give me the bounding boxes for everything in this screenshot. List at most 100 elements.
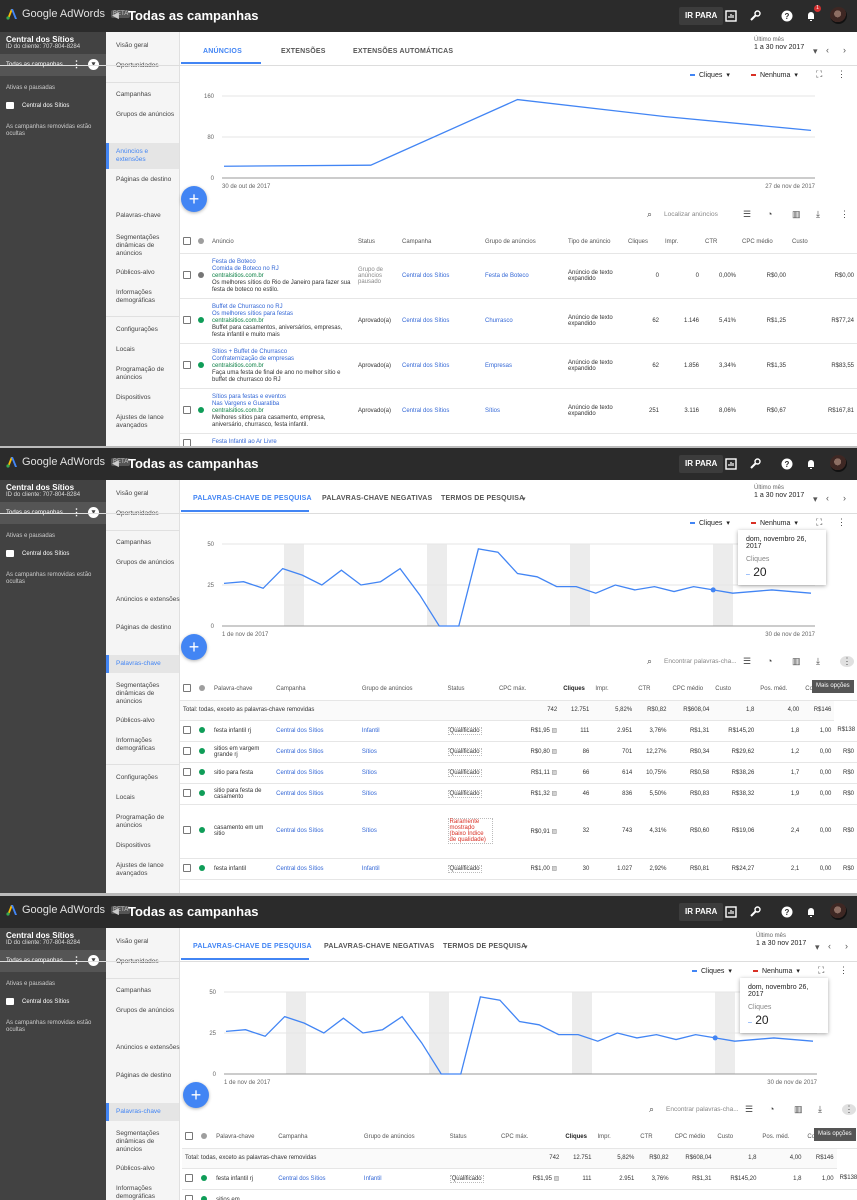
nav-palavras-chave[interactable]: Palavras-chave [116,212,180,220]
nav-informacoes-demograficas[interactable]: Informações demográficas [116,737,180,753]
campaign-item[interactable]: Central dos Sítios [6,102,69,109]
nav-publicos-alvo[interactable]: Públicos-alvo [116,1165,180,1173]
keyword-campaign[interactable]: Central dos Sítios [273,762,359,784]
keyword-max-cpc[interactable]: R$1,95 ▨ [498,1168,563,1190]
keyword-status-badge[interactable]: Qualificado [447,789,482,798]
keyword-ad-group[interactable]: Sítios [358,783,445,805]
col-header[interactable]: Tipo de anúncio [565,231,625,254]
keyword-campaign[interactable] [275,1189,361,1200]
nav-locais[interactable]: Locais [116,346,180,354]
ad-headline-2[interactable]: Os melhores sítios para festas [212,311,352,318]
keyword-campaign[interactable]: Central dos Sítios [273,858,359,880]
notifications-bell-icon[interactable] [803,904,819,920]
keyword-campaign[interactable]: Central dos Sítios [275,1168,361,1190]
nav-palavras-chave[interactable]: Palavras-chave [106,655,179,673]
nav-grupos-de-anuncios[interactable]: Grupos de anúncios [116,111,180,119]
help-icon[interactable]: ? [779,8,795,24]
row-checkbox[interactable] [185,1194,193,1200]
campaign-status-filter[interactable]: Ativas e pausadas [6,533,55,539]
keyword-campaign[interactable]: Central dos Sítios [273,741,359,763]
col-header[interactable]: Grupo de anúncios [482,231,565,254]
nav-segmentacoes-dinamicas[interactable]: Segmentações dinâmicas de anúncios [116,234,180,258]
nav-publicos-alvo[interactable]: Públicos-alvo [116,269,180,277]
nav-ajustes-de-lance[interactable]: Ajustes de lance avançados [116,414,180,430]
row-checkbox-cell[interactable] [180,804,197,859]
notifications-bell-icon[interactable]: 1 [803,5,821,24]
keyword-ad-group[interactable]: Sítios [358,804,445,859]
chevron-left-icon[interactable]: ‹ [826,493,829,503]
nav-ajustes-de-lance[interactable]: Ajustes de lance avançados [116,862,180,878]
download-icon[interactable]: ⤓ [816,209,820,220]
tab-anuncios[interactable]: ANÚNCIOS [203,48,242,55]
expand-chart-icon[interactable]: ⛶ [816,69,822,80]
nav-segmentacoes-dinamicas[interactable]: Segmentações dinâmicas de anúncios [116,1130,180,1154]
nav-dispositivos[interactable]: Dispositivos [116,394,180,402]
table-row[interactable]: Buffet de Churrasco no RJ Os melhores sít… [180,298,857,344]
chevron-down-icon[interactable]: ▾ [815,942,820,953]
max-cpc-value[interactable]: R$0,91 [531,829,550,835]
ad-campaign[interactable]: Central dos Sítios [399,298,482,344]
keyword-status-badge[interactable]: Qualificado [447,726,482,735]
row-checkbox[interactable] [183,863,191,872]
chart-metric-selector-2[interactable]: Nenhuma ▾ [751,519,798,527]
table-row[interactable]: sitios em [182,1189,857,1200]
nav-publicos-alvo[interactable]: Públicos-alvo [116,717,180,725]
col-header[interactable]: Status [444,678,496,701]
keyword-ad-group[interactable]: Sítios [358,762,445,784]
keyword-ad-group[interactable]: Sítios [358,741,445,763]
campaign-item[interactable]: Central dos Sítios [6,550,69,557]
bid-simulator-icon[interactable]: ▨ [550,728,558,734]
ad-group[interactable]: Sítios [482,388,565,434]
date-range-selector[interactable]: Último mês 1 a 30 nov 2017 [756,933,806,947]
ad-headline-2[interactable]: Confraternização de empresas [212,356,352,363]
keyword-status-badge[interactable]: Raramente mostrado (baixo Índice de qual… [447,818,493,844]
tab-palavras-chave-de-pesquisa[interactable]: PALAVRAS-CHAVE DE PESQUISA [193,495,312,502]
keyword-max-cpc[interactable]: R$1,00 ▨ [495,858,561,880]
keyword-campaign[interactable]: Central dos Sítios [273,804,359,859]
avatar[interactable] [830,903,847,920]
nav-programacao-de-anuncios[interactable]: Programação de anúncios [116,814,180,830]
keyword-status-badge[interactable]: Qualificado [449,1174,484,1183]
row-checkbox-cell[interactable] [180,433,195,446]
col-header[interactable]: Pos. méd. [757,678,803,701]
bid-simulator-icon[interactable]: ▨ [550,829,558,835]
more-vert-icon[interactable]: ⋮ [840,656,854,667]
col-header[interactable]: Palavra-chave [213,1126,276,1149]
max-cpc-value[interactable]: R$1,32 [531,791,550,797]
keyword-status-badge[interactable]: Qualificado [447,864,482,873]
max-cpc-value[interactable]: R$1,11 [531,770,550,776]
col-header[interactable]: Impr. [662,231,702,254]
nav-anuncios-e-extensoes[interactable]: Anúncios e extensões [116,1044,180,1052]
col-header[interactable]: Conver [804,1126,837,1149]
ir-para-button[interactable]: IR PARA [679,903,724,921]
col-header[interactable]: Cliques [625,231,662,254]
table-row[interactable]: festa infantil Central dos Sítios Infantil… [180,858,857,880]
columns-icon[interactable]: ▥ [794,1104,803,1115]
table-row[interactable]: sitios em vargem grande rj Central dos Sí… [180,741,857,763]
reports-icon[interactable] [723,8,739,24]
ir-para-button[interactable]: IR PARA [679,7,724,25]
keyword-status-badge[interactable]: Qualificado [447,768,482,777]
col-header-sorted[interactable]: Cliques [560,678,593,701]
select-all-checkbox-box[interactable] [183,236,191,245]
find-keywords-input[interactable]: Encontrar palavras-cha... [664,658,737,665]
tools-wrench-icon[interactable] [747,904,763,920]
nav-locais[interactable]: Locais [116,794,180,802]
keyword-ad-group[interactable] [360,1189,447,1200]
bid-simulator-icon[interactable]: ▨ [550,866,558,872]
segment-icon[interactable]: ◔ [769,1104,774,1114]
columns-icon[interactable]: ▥ [792,656,801,667]
expand-chart-icon[interactable]: ⛶ [816,517,822,528]
select-all-checkbox[interactable] [182,1126,199,1149]
ad-group[interactable]: Churrasco [482,298,565,344]
col-header[interactable]: Grupo de anúncios [358,678,445,701]
expand-chart-icon[interactable]: ⛶ [818,965,824,976]
row-checkbox[interactable] [183,405,191,414]
keyword-status-badge[interactable]: Qualificado [447,747,482,756]
col-header[interactable]: Palavra-chave [211,678,274,701]
select-all-checkbox[interactable] [180,678,197,701]
nav-paginas-de-destino[interactable]: Páginas de destino [116,624,180,632]
search-icon[interactable]: ⌕ [647,656,652,667]
nav-informacoes-demograficas[interactable]: Informações demográficas [116,289,180,305]
notifications-bell-icon[interactable] [803,456,819,472]
